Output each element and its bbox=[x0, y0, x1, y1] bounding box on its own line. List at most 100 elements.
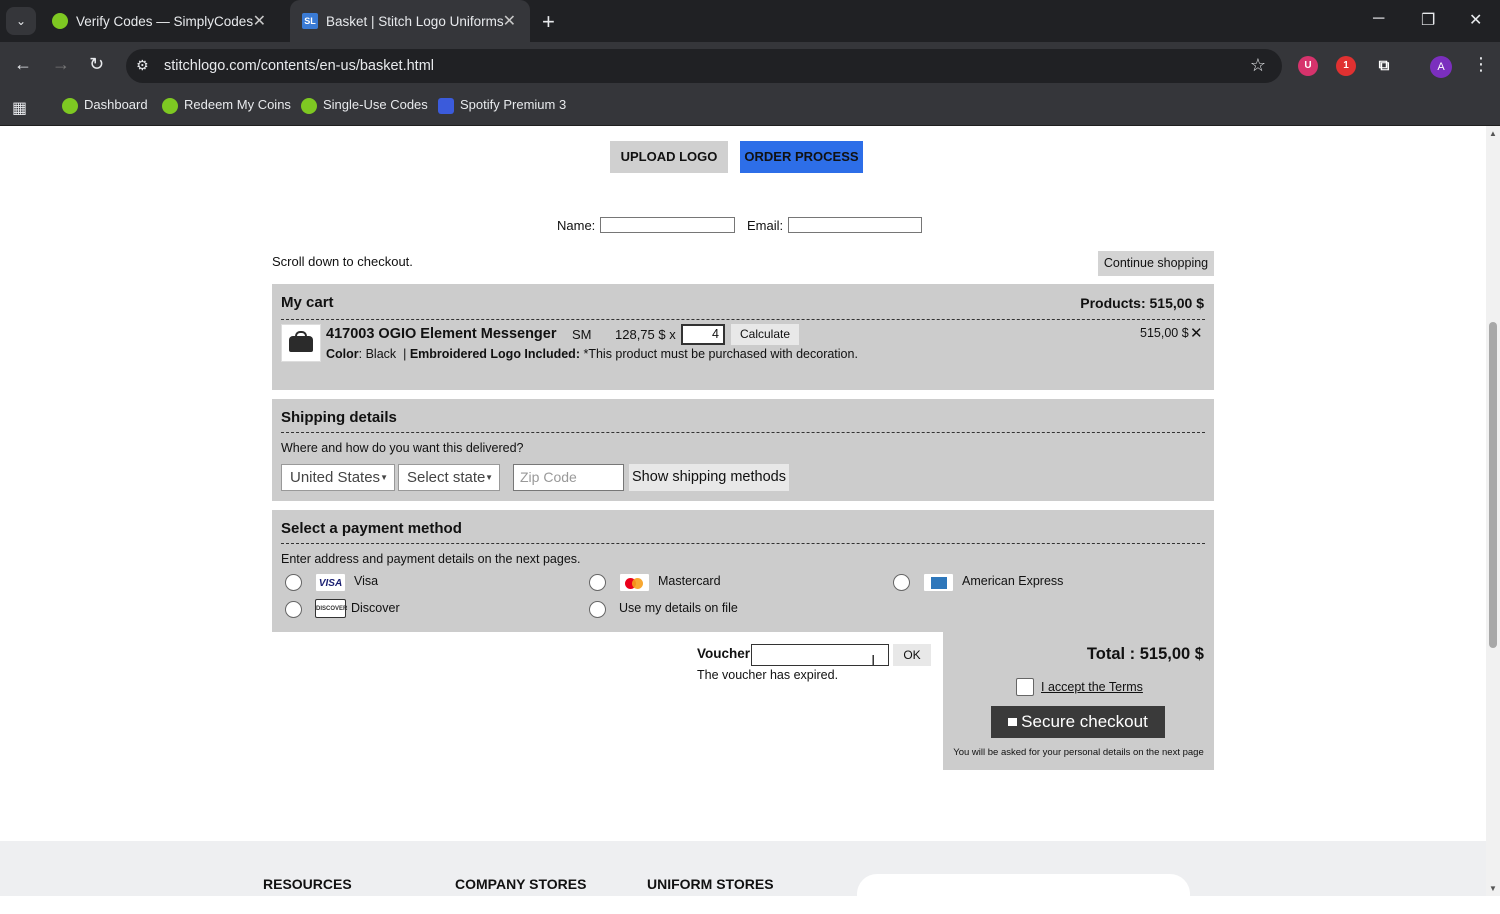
minimize-icon[interactable]: ─ bbox=[1373, 10, 1384, 28]
bookmark-dashboard[interactable]: Dashboard bbox=[62, 97, 148, 114]
tab-title: Basket | Stitch Logo Uniforms bbox=[326, 14, 504, 29]
upload-logo-button[interactable]: UPLOAD LOGO bbox=[610, 141, 728, 173]
reload-icon[interactable]: ↻ bbox=[89, 54, 104, 75]
divider bbox=[281, 319, 1205, 320]
text-cursor-icon: I bbox=[871, 653, 876, 670]
window-close-icon[interactable]: ✕ bbox=[1469, 10, 1482, 30]
apps-grid-icon[interactable]: ▦ bbox=[12, 98, 27, 118]
payment-subtitle: Enter address and payment details on the… bbox=[281, 552, 581, 566]
simplycodes-icon bbox=[62, 97, 78, 114]
footer-company-stores-heading: COMPANY STORES bbox=[455, 876, 587, 892]
footer-newsletter-box bbox=[857, 874, 1190, 914]
amex-label[interactable]: American Express bbox=[962, 574, 1063, 588]
continue-shopping-button[interactable]: Continue shopping bbox=[1098, 251, 1214, 276]
voucher-ok-button[interactable]: OK bbox=[893, 644, 931, 666]
lock-icon bbox=[1008, 717, 1018, 726]
discover-label[interactable]: Discover bbox=[351, 601, 400, 615]
footer-resources-heading: RESOURCES bbox=[263, 876, 352, 892]
chevron-down-icon: ▼ bbox=[485, 473, 493, 482]
name-field[interactable] bbox=[600, 217, 735, 233]
simplycodes-icon bbox=[162, 97, 178, 114]
products-total: Products: 515,00 $ bbox=[1080, 295, 1204, 311]
email-field[interactable] bbox=[788, 217, 922, 233]
product-size: SM bbox=[572, 327, 592, 342]
voucher-label: Voucher bbox=[697, 646, 751, 661]
discover-radio[interactable] bbox=[285, 601, 302, 618]
tab-verify-codes[interactable]: Verify Codes — SimplyCodes ✕ bbox=[40, 0, 280, 42]
quantity-input[interactable]: 4 bbox=[681, 324, 725, 345]
terms-link[interactable]: I accept the Terms bbox=[1041, 680, 1143, 694]
secure-checkout-button[interactable]: Secure checkout bbox=[991, 706, 1165, 738]
product-image[interactable] bbox=[281, 324, 321, 362]
order-process-button[interactable]: ORDER PROCESS bbox=[740, 141, 863, 173]
state-select[interactable]: Select state ▼ bbox=[398, 464, 500, 491]
product-details: Color: Black | Embroidered Logo Included… bbox=[326, 347, 858, 361]
menu-kebab-icon[interactable]: ⋮ bbox=[1472, 54, 1490, 75]
details-on-file-radio[interactable] bbox=[589, 601, 606, 618]
amex-radio[interactable] bbox=[893, 574, 910, 591]
product-name[interactable]: 417003 OGIO Element Messenger bbox=[326, 326, 557, 342]
new-tab-icon[interactable]: + bbox=[542, 9, 555, 35]
site-info-icon[interactable]: ⚙ bbox=[136, 57, 149, 74]
cart-panel: My cart Products: 515,00 $ 417003 OGIO E… bbox=[272, 284, 1214, 390]
details-on-file-label[interactable]: Use my details on file bbox=[619, 601, 738, 615]
bookmark-spotify-premium[interactable]: Spotify Premium 3 bbox=[438, 97, 566, 114]
forward-icon[interactable]: → bbox=[52, 54, 70, 75]
footer-uniform-stores-heading: UNIFORM STORES bbox=[647, 876, 774, 892]
show-shipping-methods-button[interactable]: Show shipping methods bbox=[629, 464, 789, 491]
country-select[interactable]: United States ▼ bbox=[281, 464, 395, 491]
name-label: Name: bbox=[557, 218, 596, 233]
back-icon[interactable]: ← bbox=[14, 54, 32, 75]
extension-badge-icon[interactable]: 1 bbox=[1336, 56, 1356, 76]
visa-label[interactable]: Visa bbox=[354, 574, 378, 588]
close-tab-icon[interactable]: ✕ bbox=[503, 11, 516, 31]
shipping-panel: Shipping details Where and how do you wa… bbox=[272, 399, 1214, 501]
cart-title: My cart bbox=[281, 294, 334, 311]
bookmarks-bar: ▦ Dashboard Redeem My Coins Single-Use C… bbox=[0, 90, 1500, 126]
close-tab-icon[interactable]: ✕ bbox=[253, 11, 266, 31]
ublock-extension-icon[interactable]: U bbox=[1298, 56, 1318, 76]
profile-avatar[interactable]: A bbox=[1430, 56, 1452, 78]
restore-icon[interactable]: ❐ bbox=[1421, 10, 1435, 30]
tab-basket[interactable]: SL Basket | Stitch Logo Uniforms ✕ bbox=[290, 0, 530, 42]
browser-tab-bar: ⌄ Verify Codes — SimplyCodes ✕ SL Basket… bbox=[0, 0, 1500, 42]
bookmark-redeem-coins[interactable]: Redeem My Coins bbox=[162, 97, 291, 114]
scroll-up-icon[interactable]: ▲ bbox=[1489, 129, 1497, 138]
secure-checkout-note: You will be asked for your personal deta… bbox=[953, 747, 1204, 758]
voucher-input[interactable] bbox=[751, 644, 889, 666]
divider bbox=[281, 432, 1205, 433]
remove-item-icon[interactable]: ✕ bbox=[1190, 324, 1203, 342]
footer: RESOURCES COMPANY STORES UNIFORM STORES bbox=[0, 841, 1486, 914]
mastercard-radio[interactable] bbox=[589, 574, 606, 591]
page-scrollbar[interactable]: ▲ ▼ bbox=[1486, 126, 1500, 896]
visa-icon: VISA bbox=[315, 573, 346, 592]
checkout-box: Total : 515,00 $ I accept the Terms Secu… bbox=[943, 632, 1214, 770]
zip-code-input[interactable]: Zip Code bbox=[513, 464, 624, 491]
address-bar[interactable]: ⚙ stitchlogo.com/contents/en-us/basket.h… bbox=[126, 49, 1282, 83]
divider bbox=[281, 543, 1205, 544]
scroll-note: Scroll down to checkout. bbox=[272, 254, 413, 269]
shipping-title: Shipping details bbox=[281, 409, 397, 426]
bookmark-star-icon[interactable]: ☆ bbox=[1250, 55, 1266, 76]
scrollbar-thumb[interactable] bbox=[1489, 322, 1497, 648]
bookmark-single-use-codes[interactable]: Single-Use Codes bbox=[301, 97, 428, 114]
browser-toolbar: ← → ↻ ⚙ stitchlogo.com/contents/en-us/ba… bbox=[0, 42, 1500, 90]
accept-terms-checkbox[interactable] bbox=[1016, 678, 1034, 696]
amex-icon bbox=[923, 573, 954, 592]
extensions-puzzle-icon[interactable]: ⧉ bbox=[1374, 56, 1394, 76]
page-content: UPLOAD LOGO ORDER PROCESS Name: Email: S… bbox=[0, 126, 1486, 914]
shipping-subtitle: Where and how do you want this delivered… bbox=[281, 441, 524, 455]
visa-radio[interactable] bbox=[285, 574, 302, 591]
simplycodes-icon bbox=[301, 97, 317, 114]
chevron-down-icon: ▼ bbox=[380, 473, 388, 482]
discover-icon: DISCOVER bbox=[315, 599, 347, 618]
mastercard-label[interactable]: Mastercard bbox=[658, 574, 721, 588]
bookmark-favicon-icon bbox=[438, 97, 454, 114]
scroll-down-icon[interactable]: ▼ bbox=[1489, 884, 1497, 893]
tab-search-chevron-icon[interactable]: ⌄ bbox=[6, 7, 36, 35]
calculate-button[interactable]: Calculate bbox=[731, 324, 799, 345]
extension-badge-count: 1 bbox=[1343, 60, 1349, 71]
voucher-message: The voucher has expired. bbox=[697, 668, 839, 682]
order-total: Total : 515,00 $ bbox=[1086, 645, 1204, 663]
mastercard-icon bbox=[619, 573, 650, 592]
